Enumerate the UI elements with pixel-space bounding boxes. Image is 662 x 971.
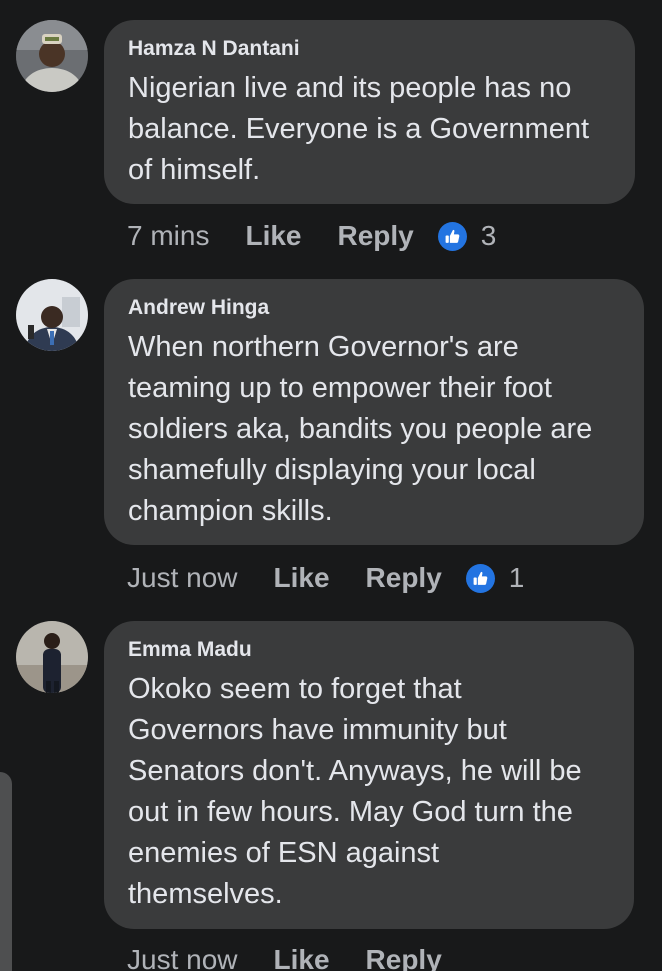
avatar[interactable] xyxy=(16,20,88,92)
comment-text: Nigerian live and its people has no bala… xyxy=(128,72,590,186)
comment-timestamp[interactable]: Just now xyxy=(127,944,238,971)
comments-page: Hamza N Dantani Nigerian live and its pe… xyxy=(0,0,662,971)
avatar[interactable] xyxy=(16,621,88,693)
thumbs-up-icon[interactable] xyxy=(465,563,495,593)
comment-text: When northern Governor's are teaming up … xyxy=(128,331,593,527)
comment-author[interactable]: Andrew Hinga xyxy=(128,295,620,321)
comment-bubble: Emma Madu Okoko seem to forget that Gove… xyxy=(104,621,634,929)
comment-actions: Just now Like Reply 1 xyxy=(127,560,524,596)
reply-button[interactable]: Reply xyxy=(338,220,414,252)
side-panel-handle[interactable] xyxy=(0,772,12,971)
comment-timestamp[interactable]: 7 mins xyxy=(127,220,209,252)
like-button[interactable]: Like xyxy=(274,562,330,594)
comment-bubble: Andrew Hinga When northern Governor's ar… xyxy=(104,279,644,545)
like-button[interactable]: Like xyxy=(274,944,330,971)
reply-button[interactable]: Reply xyxy=(366,562,442,594)
comment-bubble: Hamza N Dantani Nigerian live and its pe… xyxy=(104,20,635,204)
comment-text: Okoko seem to forget that Governors have… xyxy=(128,673,582,910)
thumbs-up-icon[interactable] xyxy=(437,221,467,251)
reaction-count[interactable]: 1 xyxy=(509,562,525,594)
comment-actions: Just now Like Reply xyxy=(127,942,466,971)
reply-button[interactable]: Reply xyxy=(366,944,442,971)
comment-actions: 7 mins Like Reply 3 xyxy=(127,218,496,254)
comment-timestamp[interactable]: Just now xyxy=(127,562,238,594)
reaction-count[interactable]: 3 xyxy=(481,220,497,252)
like-button[interactable]: Like xyxy=(245,220,301,252)
avatar[interactable] xyxy=(16,279,88,351)
comment-author[interactable]: Hamza N Dantani xyxy=(128,36,611,62)
comment-author[interactable]: Emma Madu xyxy=(128,637,610,663)
